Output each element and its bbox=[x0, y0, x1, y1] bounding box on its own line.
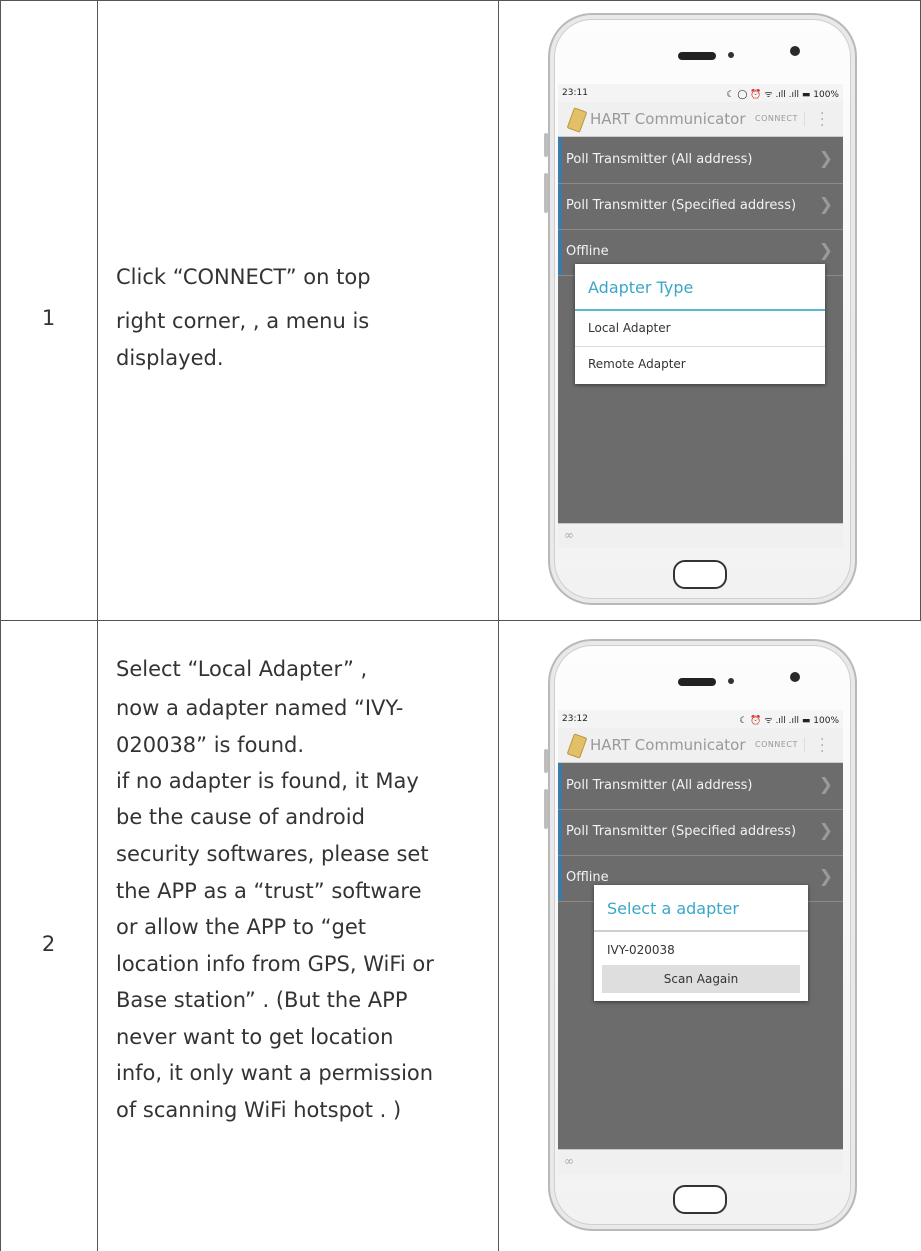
menu-item-label: Offline bbox=[566, 870, 609, 885]
local-adapter-option[interactable]: Local Adapter bbox=[588, 321, 671, 335]
step-number: 1 bbox=[41, 306, 56, 330]
remote-adapter-option[interactable]: Remote Adapter bbox=[588, 357, 686, 371]
bottom-toolbar: ∞ bbox=[558, 523, 843, 548]
app-title: HART Communicator bbox=[590, 736, 746, 754]
description-line: right corner, , a menu is bbox=[116, 309, 370, 333]
link-icon[interactable]: ∞ bbox=[564, 1154, 574, 1168]
phone-mockup: 23:11 ☾ ◯ ⏰ ᯤ .ıll .ıll ▬ 100% HART Comm… bbox=[544, 13, 857, 605]
chevron-right-icon: ❯ bbox=[818, 821, 833, 841]
status-bar: 23:12 ☾ ⏰ ᯤ .ıll .ıll ▬ 100% bbox=[558, 710, 843, 728]
description-line: if no adapter is found, it May bbox=[116, 769, 419, 793]
status-icons: ☾ ⏰ ᯤ .ıll .ıll ▬ 100% bbox=[739, 716, 839, 726]
description-line: never want to get location bbox=[116, 1025, 394, 1049]
step-description: Click “CONNECT” on top right corner, , a… bbox=[116, 262, 484, 374]
description-line: displayed. bbox=[116, 346, 224, 370]
chevron-right-icon: ❯ bbox=[818, 195, 833, 215]
menu-item-label: Poll Transmitter (Specified address) bbox=[566, 824, 797, 839]
adapter-type-dialog: Adapter Type Local Adapter Remote Adapte… bbox=[575, 264, 825, 384]
description-line: of scanning WiFi hotspot . ) bbox=[116, 1098, 402, 1122]
dialog-title: Adapter Type bbox=[588, 278, 694, 297]
table-row-divider bbox=[0, 620, 921, 621]
dialog-title: Select a adapter bbox=[607, 899, 739, 918]
link-icon[interactable]: ∞ bbox=[564, 528, 574, 542]
front-camera-icon bbox=[790, 672, 800, 682]
bottom-toolbar: ∞ bbox=[558, 1149, 843, 1174]
connect-button[interactable]: CONNECT bbox=[755, 112, 805, 126]
scan-again-button[interactable]: Scan Aagain bbox=[602, 965, 800, 993]
table-border-top bbox=[0, 0, 921, 1]
chevron-right-icon: ❯ bbox=[818, 867, 833, 887]
description-line: 020038” is found. bbox=[116, 733, 305, 757]
connect-button[interactable]: CONNECT bbox=[755, 738, 805, 752]
dialog-title-rule bbox=[575, 309, 825, 311]
chevron-right-icon: ❯ bbox=[818, 775, 833, 795]
menu-item-label: Offline bbox=[566, 244, 609, 259]
menu-item-poll-specified[interactable]: Poll Transmitter (Specified address) ❯ bbox=[558, 183, 843, 230]
menu-item-poll-all[interactable]: Poll Transmitter (All address) ❯ bbox=[558, 763, 843, 810]
description-line: the APP as a “trust” software bbox=[116, 879, 422, 903]
instruction-table: 1 Click “CONNECT” on top right corner, ,… bbox=[0, 0, 921, 1251]
front-camera-icon bbox=[790, 46, 800, 56]
home-button[interactable] bbox=[673, 1185, 727, 1214]
description-line: location info from GPS, WiFi or bbox=[116, 952, 434, 976]
select-adapter-dialog: Select a adapter IVY-020038 Scan Aagain bbox=[594, 885, 808, 1001]
phone-side-button bbox=[544, 133, 548, 157]
status-bar: 23:11 ☾ ◯ ⏰ ᯤ .ıll .ıll ▬ 100% bbox=[558, 84, 843, 102]
description-line: or allow the APP to “get bbox=[116, 915, 367, 939]
menu-item-poll-all[interactable]: Poll Transmitter (All address) ❯ bbox=[558, 137, 843, 184]
menu-item-label: Poll Transmitter (Specified address) bbox=[566, 198, 797, 213]
step-description: Select “Local Adapter” , now a adapter n… bbox=[116, 654, 484, 1126]
adapter-option[interactable]: IVY-020038 bbox=[607, 943, 675, 957]
app-title: HART Communicator bbox=[590, 110, 746, 128]
hart-communicator-icon bbox=[566, 107, 588, 133]
description-line: security softwares, please set bbox=[116, 842, 429, 866]
earpiece-icon bbox=[678, 52, 716, 60]
step-number: 2 bbox=[41, 932, 56, 956]
phone-side-button bbox=[544, 789, 548, 829]
table-border-left bbox=[0, 0, 1, 1251]
table-divider-col2 bbox=[498, 0, 499, 1251]
more-vert-icon[interactable]: · · · bbox=[820, 107, 824, 133]
phone-mockup: 23:12 ☾ ⏰ ᯤ .ıll .ıll ▬ 100% HART Commun… bbox=[544, 639, 857, 1231]
phone-screen: 23:11 ☾ ◯ ⏰ ᯤ .ıll .ıll ▬ 100% HART Comm… bbox=[558, 84, 843, 548]
phone-side-button bbox=[544, 749, 548, 773]
dialog-separator bbox=[575, 346, 825, 347]
chevron-right-icon: ❯ bbox=[818, 241, 833, 261]
hart-communicator-icon bbox=[566, 733, 588, 759]
menu-item-label: Poll Transmitter (All address) bbox=[566, 778, 753, 793]
dialog-title-rule bbox=[594, 930, 808, 932]
description-line: Base station” . (But the APP bbox=[116, 988, 408, 1012]
description-line: be the cause of android bbox=[116, 805, 365, 829]
earpiece-icon bbox=[678, 678, 716, 686]
app-bar: HART Communicator CONNECT · · · bbox=[558, 102, 843, 137]
more-vert-icon[interactable]: · · · bbox=[820, 733, 824, 759]
app-bar: HART Communicator CONNECT · · · bbox=[558, 728, 843, 763]
sensor-icon bbox=[728, 678, 734, 684]
phone-screen: 23:12 ☾ ⏰ ᯤ .ıll .ıll ▬ 100% HART Commun… bbox=[558, 710, 843, 1174]
menu-item-poll-specified[interactable]: Poll Transmitter (Specified address) ❯ bbox=[558, 809, 843, 856]
status-time: 23:12 bbox=[562, 714, 588, 724]
chevron-right-icon: ❯ bbox=[818, 149, 833, 169]
status-icons: ☾ ◯ ⏰ ᯤ .ıll .ıll ▬ 100% bbox=[726, 90, 839, 100]
status-time: 23:11 bbox=[562, 88, 588, 98]
table-divider-col1 bbox=[97, 0, 98, 1251]
description-line: Click “CONNECT” on top bbox=[116, 265, 371, 289]
description-line: Select “Local Adapter” , bbox=[116, 657, 368, 681]
sensor-icon bbox=[728, 52, 734, 58]
description-line: info, it only want a permission bbox=[116, 1061, 434, 1085]
phone-side-button bbox=[544, 173, 548, 213]
menu-item-label: Poll Transmitter (All address) bbox=[566, 152, 753, 167]
description-line: now a adapter named “IVY- bbox=[116, 696, 404, 720]
home-button[interactable] bbox=[673, 560, 727, 589]
